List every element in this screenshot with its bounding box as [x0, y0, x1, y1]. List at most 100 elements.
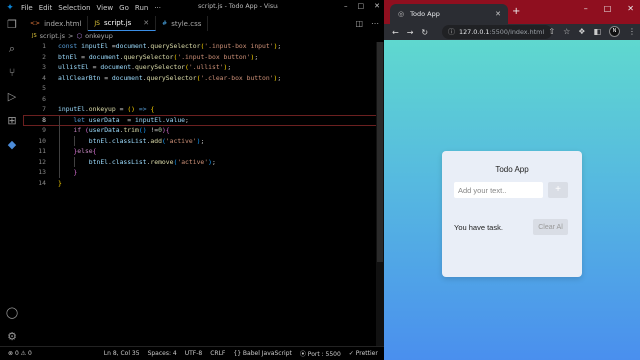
search-icon[interactable]: ⌕	[5, 42, 19, 56]
error-count: 0	[14, 350, 19, 357]
vscode-window: ✦ File Edit Selection View Go Run ··· sc…	[0, 0, 393, 360]
python-icon[interactable]: ◆	[5, 138, 19, 152]
encoding[interactable]: UTF-8	[185, 350, 203, 357]
code-line: 7 inputEl.onkeyup = () => {	[42, 105, 155, 113]
url-path: :5500/index.html	[489, 28, 545, 36]
menu-more[interactable]: ···	[154, 4, 161, 12]
page-viewport: Todo App + You have task. Clear Al	[384, 40, 640, 360]
code-line: 6	[42, 94, 46, 103]
menu-file[interactable]: File	[21, 4, 33, 12]
menu-kebab-icon[interactable]: ⋮	[628, 27, 636, 36]
window-title: script.js - Todo App - Visual Stu...	[198, 3, 278, 10]
end-of-line[interactable]: CRLF	[210, 350, 225, 357]
bookmark-star-icon[interactable]: ☆	[563, 27, 570, 36]
menu-edit[interactable]: Edit	[39, 4, 53, 12]
language-mode[interactable]: {} Babel JavaScript	[233, 350, 292, 357]
browser-window: ◎ Todo App ✕ + – □ ✕ ← → ↻ ⓘ 127.0.0.1 :…	[384, 0, 640, 360]
prettier-label: Prettier	[355, 350, 378, 357]
share-icon[interactable]: ⇧	[548, 27, 555, 36]
sidepanel-icon[interactable]: ◧	[593, 27, 601, 36]
breadcrumb: JS script.js > ⬡ onkeyup	[32, 31, 113, 41]
code-line: 12 btnEl.classList.remove('active');	[38, 157, 216, 166]
problems-indicator[interactable]: ⊗ 0 ⚠ 0	[8, 350, 32, 357]
code-line: 14}	[38, 178, 62, 187]
tab-label: style.css	[171, 19, 202, 28]
files-icon[interactable]: ❐	[5, 18, 19, 32]
menu-view[interactable]: View	[97, 4, 114, 12]
maximize-icon[interactable]: □	[358, 2, 365, 10]
more-actions-icon[interactable]: ⋯	[371, 19, 379, 28]
tab-index-html[interactable]: <> index.html	[24, 16, 89, 31]
close-icon[interactable]: ✕	[374, 2, 380, 10]
vscode-logo-icon: ✦	[6, 3, 14, 13]
tab-style-css[interactable]: # style.css	[156, 16, 209, 31]
code-line: 11 }else{	[38, 147, 97, 155]
new-tab-icon[interactable]: +	[512, 6, 520, 17]
port-label: Port : 5500	[307, 351, 341, 358]
profile-avatar[interactable]: N	[609, 26, 620, 37]
scrollbar-thumb[interactable]	[377, 42, 383, 262]
minimize-icon[interactable]: –	[344, 2, 348, 10]
close-tab-icon[interactable]: ✕	[143, 19, 149, 27]
close-icon[interactable]: ✕	[627, 4, 634, 13]
close-tab-icon[interactable]: ✕	[495, 10, 501, 18]
language-label: Babel JavaScript	[242, 350, 292, 357]
split-editor-icon[interactable]: ◫	[355, 19, 363, 28]
task-count-text: You have task.	[454, 223, 503, 232]
extensions-icon[interactable]: ⊞	[5, 114, 19, 128]
indent-guide	[74, 136, 75, 146]
minimize-icon[interactable]: –	[584, 4, 588, 13]
warning-count: 0	[27, 350, 32, 357]
code-line: 2 btnEl = document.querySelector('.input-…	[42, 52, 259, 61]
address-bar[interactable]: ⓘ 127.0.0.1 :5500/index.html	[442, 25, 552, 39]
indent-guide	[59, 116, 60, 178]
js-file-icon: JS	[94, 19, 100, 27]
maximize-icon[interactable]: □	[604, 4, 612, 13]
css-file-icon: #	[162, 20, 168, 27]
live-server-port[interactable]: ⦿ Port : 5500	[300, 349, 341, 358]
prettier-status[interactable]: ✓ Prettier	[349, 350, 378, 357]
globe-icon: ◎	[398, 10, 405, 18]
add-task-button[interactable]: +	[548, 182, 568, 198]
code-line: 9 if (userData.trim() !=0){	[42, 126, 170, 134]
editor-scrollbar[interactable]	[376, 42, 384, 346]
current-code-line: 8 let userData = inputEl.value;	[23, 114, 377, 126]
menu-run[interactable]: Run	[135, 4, 148, 12]
indentation[interactable]: Spaces: 4	[148, 350, 177, 357]
code-line: 10 btnEl.classList.add('active');	[38, 136, 205, 145]
source-control-icon[interactable]: ⑂	[5, 66, 19, 80]
code-line: 5	[42, 84, 46, 92]
status-bar: ⊗ 0 ⚠ 0 Ln 8, Col 35 Spaces: 4 UTF-8 CRL…	[0, 346, 393, 360]
breadcrumb-symbol[interactable]: onkeyup	[85, 32, 113, 40]
back-icon[interactable]: ←	[392, 28, 399, 37]
menu-selection[interactable]: Selection	[58, 4, 90, 12]
settings-gear-icon[interactable]: ⚙	[5, 330, 19, 344]
browser-tabstrip: ◎ Todo App ✕ + – □ ✕	[384, 0, 640, 24]
browser-toolbar: ← → ↻ ⓘ 127.0.0.1 :5500/index.html ⇧ ☆ ❖…	[384, 24, 640, 40]
code-line: 4 allClearBtn = document.querySelector('.…	[42, 73, 282, 82]
activity-bar: ❐ ⌕ ⑂ ▷ ⊞ ◆ ◯ ⚙	[0, 16, 24, 346]
clear-all-button[interactable]: Clear Al	[533, 219, 568, 235]
reload-icon[interactable]: ↻	[421, 28, 428, 37]
cursor-position[interactable]: Ln 8, Col 35	[104, 350, 140, 357]
code-editor[interactable]: 1 const inputEl =document.querySelector('…	[23, 42, 377, 346]
menu-go[interactable]: Go	[119, 4, 129, 12]
todo-title: Todo App	[495, 165, 529, 174]
extensions-puzzle-icon[interactable]: ❖	[578, 27, 585, 36]
tab-script-js[interactable]: JS script.js ✕	[88, 16, 157, 31]
indent-guide	[74, 157, 75, 167]
todo-input[interactable]	[454, 182, 543, 198]
browser-tab-title: Todo App	[410, 10, 440, 18]
function-symbol-icon: ⬡	[76, 32, 83, 40]
forward-icon[interactable]: →	[407, 28, 414, 37]
code-line: 13 }	[38, 168, 78, 176]
account-icon[interactable]: ◯	[5, 306, 19, 320]
tab-label: script.js	[103, 19, 132, 27]
editor-tabs: <> index.html JS script.js ✕ # style.css…	[24, 16, 384, 31]
breadcrumb-separator: >	[68, 32, 74, 40]
browser-tab[interactable]: ◎ Todo App ✕	[390, 4, 508, 24]
site-info-icon[interactable]: ⓘ	[448, 27, 455, 37]
run-debug-icon[interactable]: ▷	[5, 90, 19, 104]
breadcrumb-file[interactable]: script.js	[40, 32, 65, 40]
url-host: 127.0.0.1	[459, 28, 490, 36]
